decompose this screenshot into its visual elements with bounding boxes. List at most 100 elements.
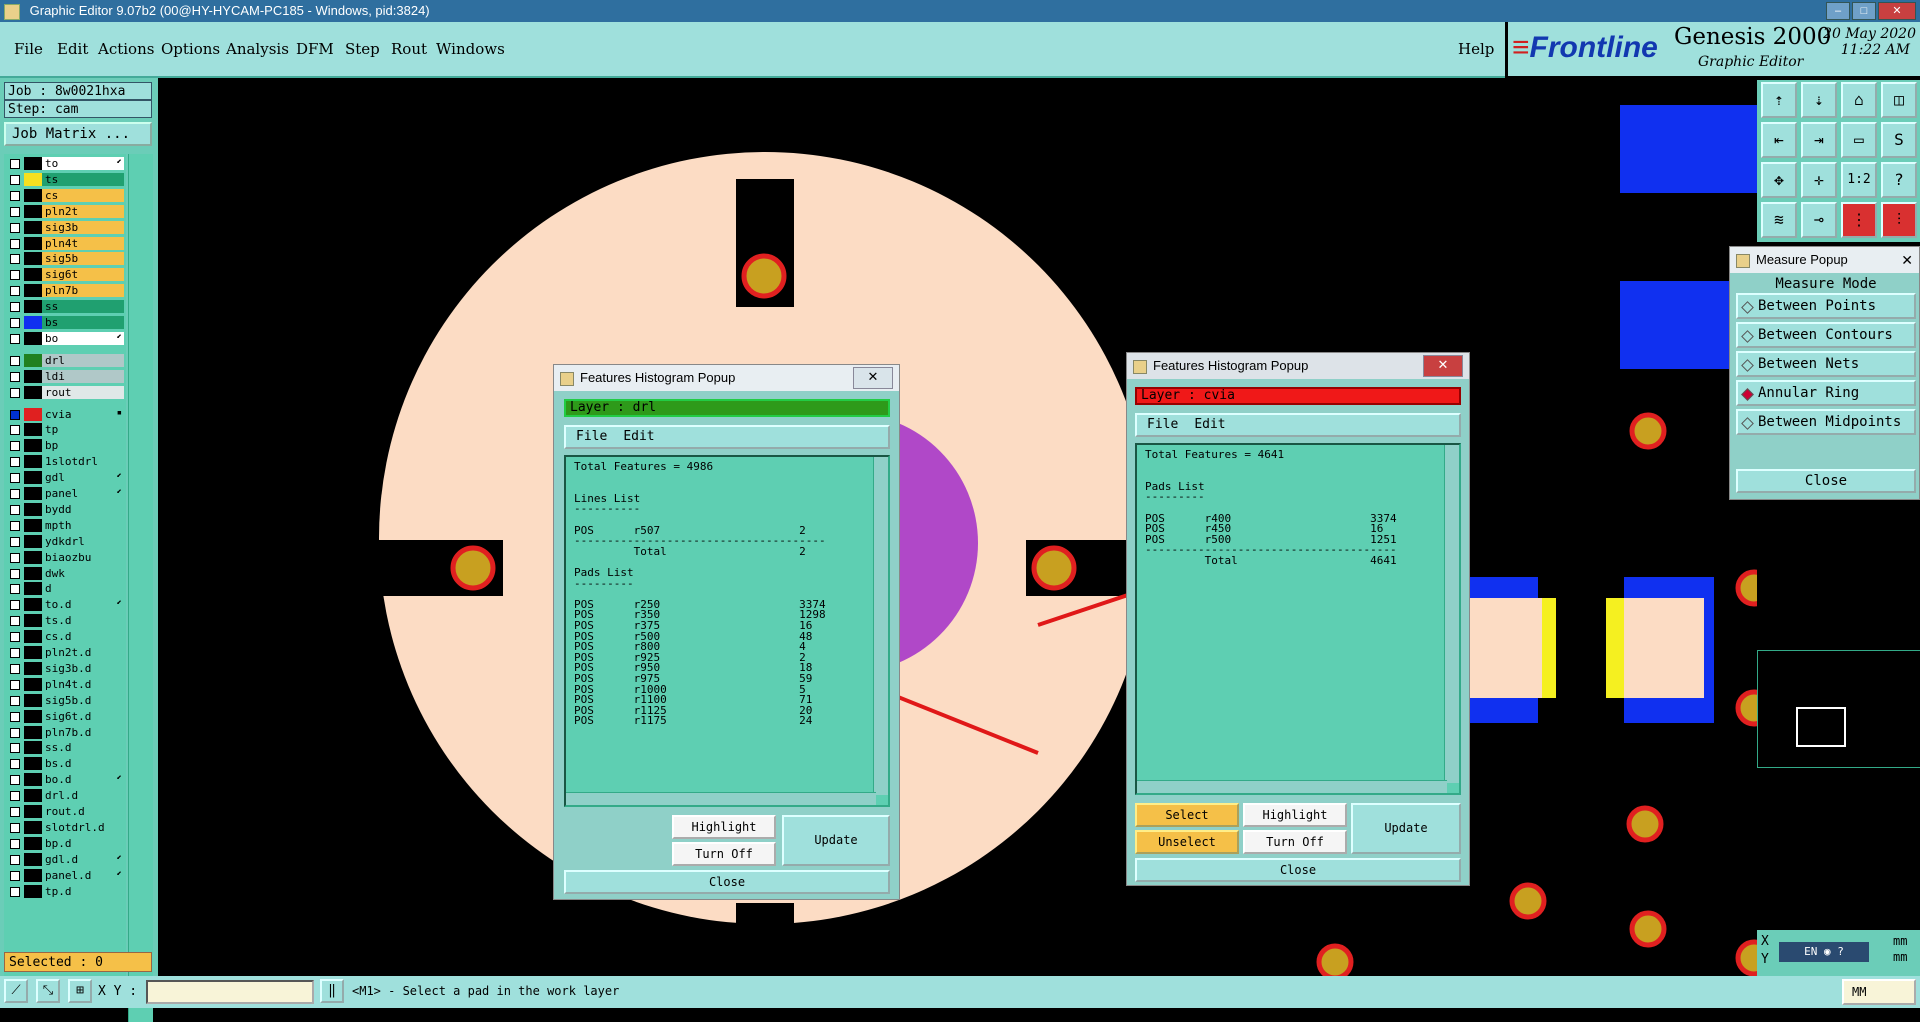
- layer-row[interactable]: sig3b.d: [4, 661, 126, 676]
- layer-row[interactable]: panel.d ⬋: [4, 868, 126, 883]
- layer-row[interactable]: rout.d: [4, 804, 126, 819]
- layer-checkbox[interactable]: [10, 254, 20, 265]
- popup1-close-button[interactable]: Close: [564, 870, 890, 894]
- layer-checkbox[interactable]: [10, 822, 20, 833]
- layer-row[interactable]: bp.d: [4, 836, 126, 851]
- popup1-update-button[interactable]: Update: [782, 815, 890, 866]
- popup1-menu-file[interactable]: File: [576, 429, 607, 444]
- layer-checkbox[interactable]: [10, 648, 20, 658]
- layer-checkbox[interactable]: [10, 791, 20, 802]
- pan-right-icon[interactable]: ⇥: [1801, 122, 1837, 158]
- menu-edit[interactable]: Edit: [57, 40, 88, 58]
- measure-icon[interactable]: ⊸: [1801, 202, 1837, 238]
- popup2-unselect-button[interactable]: Unselect: [1135, 830, 1239, 854]
- layer-row[interactable]: drl: [4, 353, 126, 368]
- ime-bar[interactable]: EN ◉ ?: [1779, 942, 1869, 962]
- layer-row[interactable]: biaozbu: [4, 550, 126, 565]
- layer-row[interactable]: ss.d: [4, 740, 126, 755]
- layer-checkbox[interactable]: [10, 663, 20, 674]
- work-canvas[interactable]: [158, 78, 1758, 986]
- layer-checkbox[interactable]: [10, 584, 20, 595]
- popup2-highlight-button[interactable]: Highlight: [1243, 803, 1347, 827]
- menu-analysis[interactable]: Analysis: [226, 40, 289, 58]
- layer-checkbox[interactable]: [10, 520, 20, 531]
- layer-row[interactable]: bs.d: [4, 756, 126, 771]
- layer-checkbox[interactable]: [10, 743, 20, 754]
- layer-row[interactable]: bo.d ⬋: [4, 772, 126, 787]
- home-icon[interactable]: ⌂: [1841, 82, 1877, 118]
- layer-checkbox[interactable]: [10, 838, 20, 849]
- layer-row[interactable]: mpth: [4, 518, 126, 533]
- layer-checkbox[interactable]: [10, 727, 20, 738]
- popup1-vscroll[interactable]: [873, 457, 888, 795]
- popup1-highlight-button[interactable]: Highlight: [672, 815, 776, 839]
- popup2-close-icon[interactable]: ✕: [1423, 355, 1463, 377]
- layer-row[interactable]: pln2t: [4, 204, 126, 219]
- layer-checkbox[interactable]: [10, 206, 20, 217]
- layer-row[interactable]: ts.d: [4, 613, 126, 628]
- popup1-close-icon[interactable]: ✕: [853, 367, 893, 389]
- menu-actions[interactable]: Actions: [98, 40, 154, 58]
- menu-file[interactable]: File: [14, 40, 43, 58]
- layer-checkbox[interactable]: [10, 489, 20, 499]
- layer-checkbox[interactable]: [10, 387, 20, 398]
- popup2-vscroll[interactable]: [1444, 445, 1459, 783]
- popup1-turnoff-button[interactable]: Turn Off: [672, 842, 776, 866]
- menu-rout[interactable]: Rout: [391, 40, 427, 58]
- layer-checkbox[interactable]: [10, 679, 20, 690]
- layer-checkbox[interactable]: [10, 333, 20, 344]
- scale-icon[interactable]: 1:2: [1841, 162, 1877, 198]
- layer-checkbox[interactable]: [10, 441, 20, 452]
- layer-checkbox[interactable]: [10, 222, 20, 233]
- pan-left-icon[interactable]: ⇤: [1761, 122, 1797, 158]
- layer-checkbox[interactable]: [10, 536, 20, 547]
- measure-between-midpoints[interactable]: Between Midpoints: [1736, 409, 1916, 435]
- layer-row[interactable]: ldi: [4, 369, 126, 384]
- measure-between-points[interactable]: Between Points: [1736, 293, 1916, 319]
- menu-help[interactable]: Help: [1458, 40, 1494, 58]
- layer-row[interactable]: to ⬋: [4, 156, 126, 171]
- layer-checkbox[interactable]: [10, 775, 20, 786]
- menu-windows[interactable]: Windows: [436, 40, 505, 58]
- layer-row[interactable]: tp.d: [4, 884, 126, 899]
- layer-checkbox[interactable]: [10, 238, 20, 249]
- maximize-button[interactable]: □: [1852, 2, 1876, 20]
- layer-row[interactable]: pln7b: [4, 283, 126, 298]
- layer-row[interactable]: ts: [4, 172, 126, 187]
- layer-checkbox[interactable]: [10, 870, 20, 881]
- layer-row[interactable]: ydkdrl: [4, 534, 126, 549]
- zoom-out-icon[interactable]: ✛: [1801, 162, 1837, 198]
- layer-checkbox[interactable]: [10, 302, 20, 313]
- layer-checkbox[interactable]: [10, 568, 20, 579]
- layer-row[interactable]: gdl ⬋: [4, 470, 126, 485]
- layer-row[interactable]: bp: [4, 438, 126, 453]
- layer-checkbox[interactable]: [10, 854, 20, 865]
- layer-row[interactable]: bo ⬋: [4, 331, 126, 346]
- layer-checkbox[interactable]: [10, 174, 20, 185]
- layer-checkbox[interactable]: [10, 632, 20, 643]
- layer-checkbox[interactable]: [10, 159, 20, 169]
- zoom-in-icon[interactable]: ✥: [1761, 162, 1797, 198]
- filter-icon[interactable]: ≋: [1761, 202, 1797, 238]
- measure-between-nets[interactable]: Between Nets: [1736, 351, 1916, 377]
- layer-checkbox[interactable]: [10, 270, 20, 281]
- layer-row[interactable]: slotdrl.d: [4, 820, 126, 835]
- layer-row[interactable]: dwk: [4, 566, 126, 581]
- measure-between-contours[interactable]: Between Contours: [1736, 322, 1916, 348]
- popup1-hscroll[interactable]: [566, 792, 876, 805]
- layer-row[interactable]: rout: [4, 385, 126, 400]
- layer-row[interactable]: d: [4, 581, 126, 596]
- close-window-button[interactable]: ✕: [1878, 2, 1916, 20]
- menu-step[interactable]: Step: [345, 40, 380, 58]
- layer-row[interactable]: pln7b.d: [4, 725, 126, 740]
- layer-row[interactable]: sig5b.d: [4, 693, 126, 708]
- units-toggle[interactable]: MM: [1842, 979, 1916, 1005]
- layer-row[interactable]: cs: [4, 188, 126, 203]
- job-matrix-button[interactable]: Job Matrix ...: [4, 122, 152, 146]
- layer-checkbox[interactable]: [10, 600, 20, 611]
- layer-row[interactable]: 1slotdrl: [4, 454, 126, 469]
- snap-icon[interactable]: ⫶: [1881, 202, 1917, 238]
- layer-row[interactable]: pln4t: [4, 236, 126, 251]
- popup2-select-button[interactable]: Select: [1135, 803, 1239, 827]
- layer-checkbox[interactable]: [10, 807, 20, 817]
